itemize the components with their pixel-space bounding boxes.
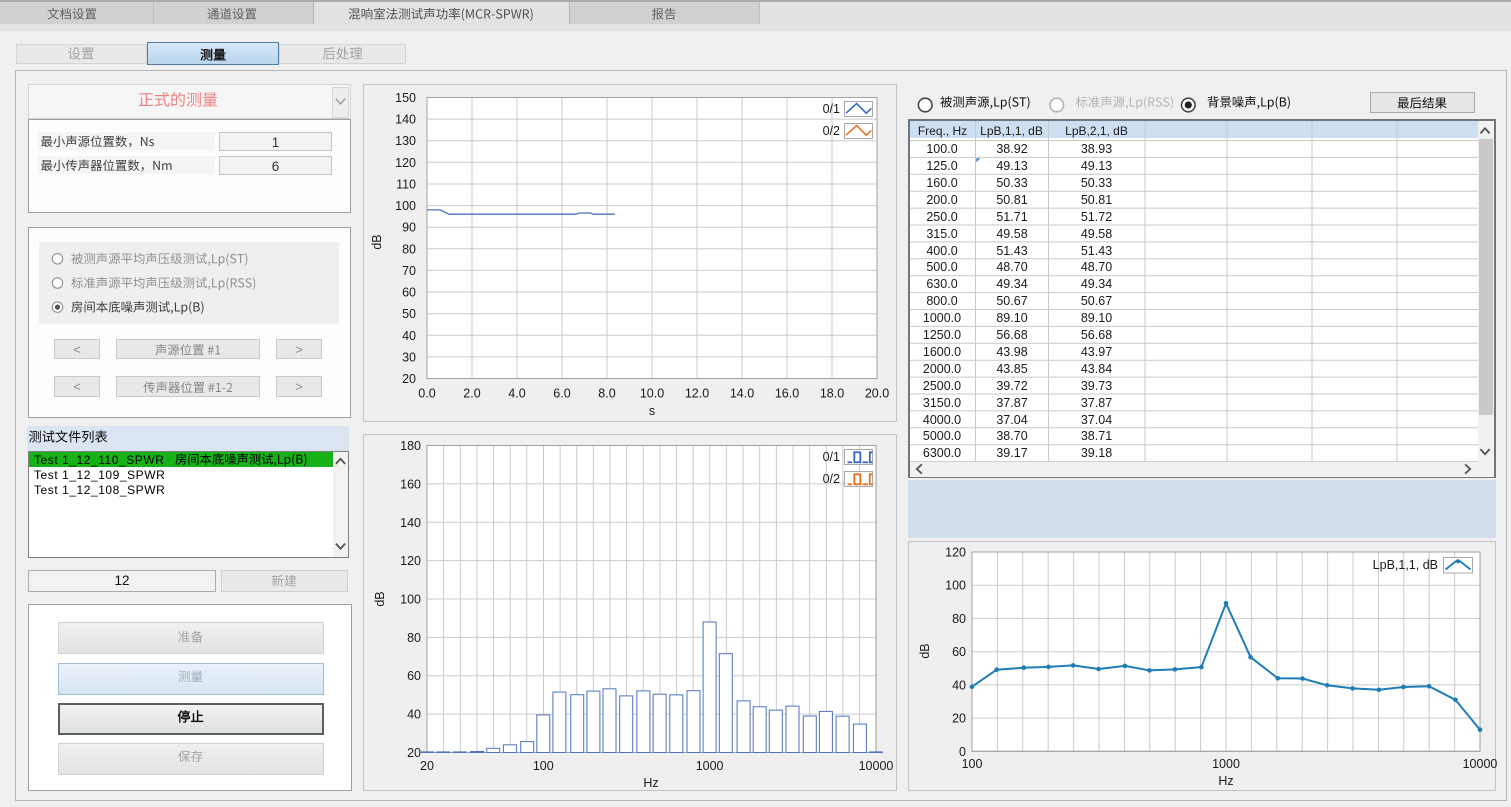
svg-text:dB: dB [370,234,384,249]
svg-text:100: 100 [962,757,983,771]
svg-text:90: 90 [402,221,416,235]
svg-text:80: 80 [402,242,416,256]
svg-text:120: 120 [400,554,421,568]
svg-text:dB: dB [918,643,932,658]
svg-text:100: 100 [400,593,421,607]
svg-text:60: 60 [402,286,416,300]
svg-text:10000: 10000 [1463,757,1498,771]
svg-text:40: 40 [407,708,421,722]
svg-text:140: 140 [395,113,416,127]
svg-text:120: 120 [945,546,966,560]
svg-text:2.0: 2.0 [463,387,480,401]
svg-text:80: 80 [952,612,966,626]
svg-text:6.0: 6.0 [553,387,570,401]
svg-text:120: 120 [395,156,416,170]
svg-text:10.0: 10.0 [640,387,664,401]
svg-text:20: 20 [407,746,421,760]
svg-text:1000: 1000 [696,759,724,773]
svg-text:4.0: 4.0 [508,387,525,401]
svg-text:150: 150 [395,91,416,105]
svg-text:0/1: 0/1 [823,102,840,116]
svg-text:20.0: 20.0 [865,387,889,401]
svg-text:20: 20 [952,712,966,726]
svg-text:0.0: 0.0 [418,387,435,401]
svg-text:40: 40 [402,329,416,343]
svg-text:0/2: 0/2 [823,472,840,486]
svg-text:50: 50 [402,307,416,321]
svg-text:160: 160 [400,477,421,491]
svg-text:18.0: 18.0 [820,387,844,401]
svg-text:30: 30 [402,350,416,364]
svg-text:8.0: 8.0 [598,387,615,401]
svg-text:110: 110 [396,178,416,192]
svg-text:40: 40 [952,678,966,692]
svg-text:0/1: 0/1 [823,450,840,464]
svg-text:20: 20 [420,759,434,773]
svg-text:0/2: 0/2 [823,124,840,138]
svg-text:12.0: 12.0 [685,387,709,401]
svg-text:10000: 10000 [859,759,894,773]
svg-text:20: 20 [402,372,416,386]
svg-text:LpB,1,1, dB: LpB,1,1, dB [1373,558,1438,572]
svg-text:14.0: 14.0 [730,387,754,401]
svg-text:130: 130 [395,134,416,148]
svg-text:100: 100 [533,759,554,773]
svg-text:16.0: 16.0 [775,387,799,401]
svg-text:80: 80 [407,631,421,645]
svg-text:100: 100 [945,579,966,593]
svg-text:140: 140 [400,516,421,530]
svg-text:60: 60 [952,645,966,659]
svg-text:1000: 1000 [1212,757,1240,771]
svg-text:Hz: Hz [1218,774,1233,788]
svg-text:60: 60 [407,669,421,683]
svg-text:dB: dB [373,591,387,606]
svg-text:100: 100 [395,199,416,213]
svg-text:s: s [649,404,655,418]
svg-text:Hz: Hz [643,776,658,790]
svg-text:70: 70 [402,264,416,278]
svg-text:180: 180 [400,439,421,453]
